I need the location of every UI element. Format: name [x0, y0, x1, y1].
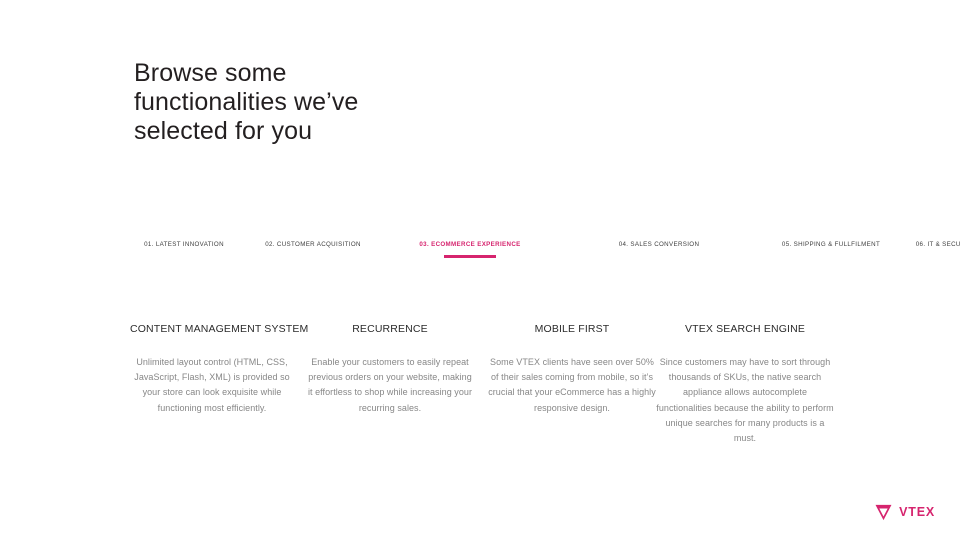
slide-canvas: Browse some functionalities we’ve select… — [0, 0, 960, 540]
tab-customer-acquisition[interactable]: 02. CUSTOMER ACQUISITION — [248, 240, 378, 249]
tab-label: 03. ECOMMERCE EXPERIENCE — [419, 241, 521, 248]
page-title: Browse some functionalities we’ve select… — [134, 58, 359, 145]
feature-body: Unlimited layout control (HTML, CSS, Jav… — [134, 357, 290, 413]
tab-label: 01. LATEST INNOVATION — [144, 241, 224, 248]
category-tabs: 01. LATEST INNOVATION 02. CUSTOMER ACQUI… — [128, 240, 960, 266]
tab-label: 06. IT & SECURITY — [915, 241, 960, 248]
feature-column-vtex-search-engine: VTEX SEARCH ENGINE Since customers may h… — [656, 322, 834, 455]
feature-heading: RECURRENCE — [352, 323, 428, 335]
vtex-shield-icon — [875, 504, 892, 521]
tab-it-security[interactable]: 06. IT & SECURITY — [756, 240, 960, 249]
feature-column-content-management-system: CONTENT MANAGEMENT SYSTEM Unlimited layo… — [128, 322, 309, 425]
feature-body: Since customers may have to sort through… — [656, 357, 834, 444]
feature-body: Enable your customers to easily repeat p… — [307, 357, 473, 413]
feature-body: Some VTEX clients have seen over 50% of … — [488, 357, 656, 413]
feature-heading: MOBILE FIRST — [534, 323, 610, 335]
tab-label: 02. CUSTOMER ACQUISITION — [265, 241, 361, 248]
feature-heading: VTEX SEARCH ENGINE — [685, 323, 805, 335]
feature-column-recurrence: RECURRENCE Enable your customers to easi… — [306, 322, 474, 425]
tab-active-underline — [444, 255, 496, 258]
tab-latest-innovation[interactable]: 01. LATEST INNOVATION — [128, 240, 240, 249]
vtex-wordmark: VTEX — [899, 505, 935, 520]
feature-column-mobile-first: MOBILE FIRST Some VTEX clients have seen… — [486, 322, 658, 425]
feature-heading: CONTENT MANAGEMENT SYSTEM — [130, 323, 309, 335]
vtex-logo: VTEX — [874, 503, 935, 522]
